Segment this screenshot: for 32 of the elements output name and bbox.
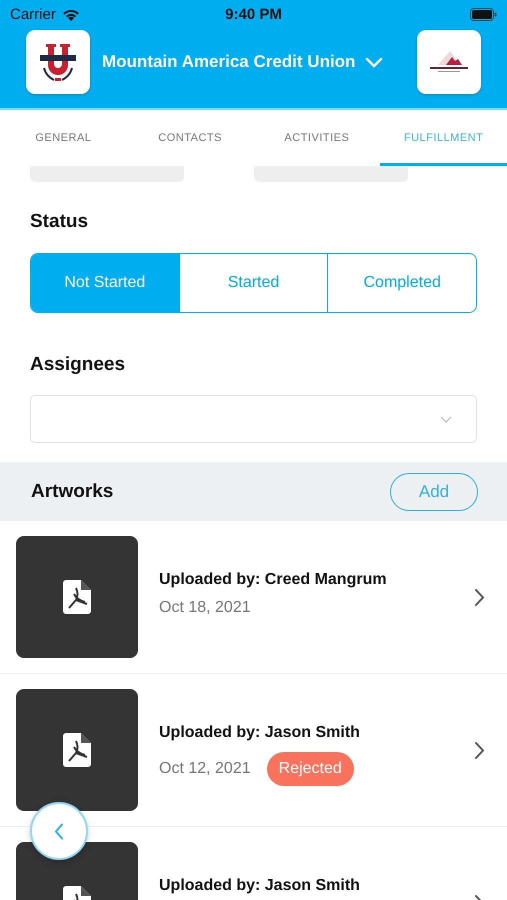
chevron-right-icon	[474, 588, 485, 606]
tab[interactable]: CONTACTS	[126, 110, 254, 166]
chevron-down-icon	[440, 416, 452, 422]
status-badge: Rejected	[266, 752, 354, 786]
status-option[interactable]: Not Started	[31, 254, 179, 312]
upload-date: Oct 18, 2021	[159, 599, 251, 617]
artwork-row[interactable]: Uploaded by: Jason Smith Oct 12, 2021 Rejected	[0, 674, 507, 827]
chevron-left-icon	[54, 822, 64, 840]
date-field[interactable]	[254, 166, 408, 182]
company-logo	[417, 30, 481, 94]
artwork-row[interactable]: Uploaded by: Creed Mangrum Oct 18, 2021	[0, 521, 507, 674]
uploader-name: Uploaded by: Jason Smith	[159, 724, 361, 742]
section-title: Artworks	[31, 480, 114, 502]
wifi-icon	[62, 8, 80, 20]
status-option[interactable]: Completed	[327, 254, 476, 312]
section-label: Status	[30, 211, 90, 233]
organization-dropdown[interactable]: Mountain America Credit Union	[100, 52, 407, 72]
school-logo	[26, 30, 90, 94]
pdf-file-icon	[63, 733, 91, 767]
chevron-right-icon	[474, 740, 485, 760]
section-label: Assignees	[30, 354, 126, 376]
assignees-dropdown[interactable]	[30, 395, 477, 443]
tab[interactable]: ACTIVITIES	[254, 110, 380, 166]
upload-date: Oct 12, 2021	[159, 760, 251, 778]
tab[interactable]: GENERAL	[0, 110, 127, 166]
uploader-name: Uploaded by: Creed Mangrum	[159, 571, 388, 589]
battery-icon	[470, 8, 497, 20]
clock-time: 9:40 PM	[225, 6, 282, 22]
pdf-file-icon	[63, 580, 91, 614]
uploader-name: Uploaded by: Jason Smith	[159, 877, 361, 895]
chevron-down-icon	[365, 56, 384, 68]
carrier-label: Carrier	[10, 6, 56, 22]
